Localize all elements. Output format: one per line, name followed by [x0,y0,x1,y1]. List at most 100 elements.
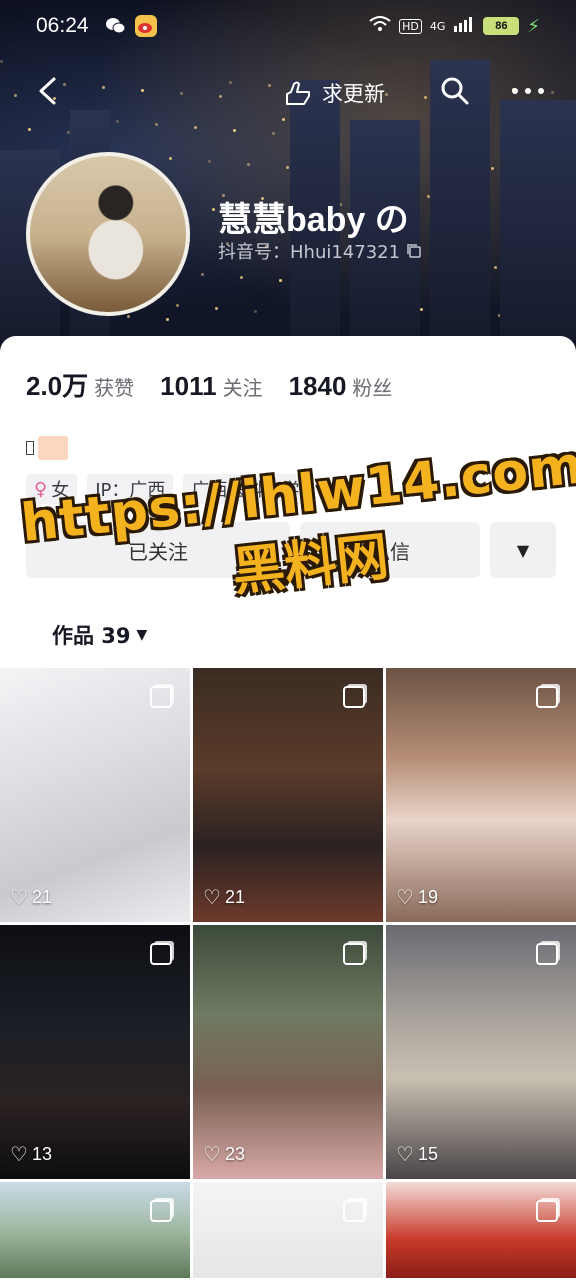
work-tile[interactable]: ♡ 15 [386,925,576,1179]
work-likes: ♡ 21 [203,885,245,910]
multi-image-icon [343,686,365,708]
city-light [176,304,179,307]
city-light [28,128,31,131]
work-likes-count: 21 [31,887,52,907]
hand-point-icon [286,81,310,105]
city-light [169,157,172,160]
hd-badge: HD [399,18,422,34]
work-tile[interactable]: ♡ 23 [193,925,383,1179]
profile-tags: ♀ 女 IP：广西 广西医科大学 [26,474,308,504]
search-icon [441,77,469,105]
multi-image-icon [536,686,558,708]
heart-icon: ♡ [396,1144,414,1166]
wechat-icon [105,15,127,37]
caret-down-icon: ▼ [516,540,530,560]
heart-icon: ♡ [203,1144,221,1166]
work-likes-count: 21 [224,887,245,907]
works-grid: ♡ 21 ♡ 21 ♡ 19 ♡ 13 ♡ 23 ♡ 15 [0,668,576,1278]
more-icon [512,88,544,94]
douyin-id-text: 抖音号：Hhui147321 [218,242,401,263]
work-likes: ♡ 15 [396,1142,438,1167]
tab-works[interactable]: 作品 39 ▼ [52,620,147,650]
back-button[interactable] [36,76,58,112]
multi-image-icon [150,686,172,708]
city-light [491,167,494,170]
bio [26,436,68,460]
work-tile[interactable]: ♡ 21 [193,668,383,922]
work-likes-count: 15 [417,1144,438,1164]
city-light [282,118,285,121]
city-light [279,279,282,282]
female-icon: ♀ [34,478,48,500]
avatar[interactable] [26,152,190,316]
city-light [233,129,236,132]
work-likes-count: 13 [31,1144,52,1164]
city-light [116,120,119,123]
heart-icon: ♡ [396,887,414,909]
wifi-icon [369,15,391,37]
work-likes: ♡ 13 [10,1142,52,1167]
battery-icon: 86 [483,17,520,35]
city-light [215,307,218,310]
stat-likes[interactable]: 2.0万 获赞 [26,366,134,403]
recommend-dropdown-button[interactable]: ▼ [490,522,556,578]
city-light [286,166,289,169]
work-tile[interactable] [193,1182,383,1278]
more-button[interactable] [510,76,546,111]
work-likes: ♡ 23 [203,1142,245,1167]
city-light [272,132,275,135]
gender-label: 女 [51,480,70,501]
network-label: 4G [429,19,446,33]
back-icon [39,77,56,105]
status-bar: 06:24 HD 4G 86 ⚡ [0,0,576,52]
missing-glyph-icon [26,441,34,455]
request-update-label: 求更新 [322,82,385,106]
charging-icon: ⚡ [527,15,540,37]
search-button[interactable] [440,76,470,110]
stat-number: 1840 [288,371,347,401]
city-light [155,123,158,126]
city-light [420,308,423,311]
stat-label: 获赞 [94,376,135,400]
stat-following[interactable]: 1011 关注 [160,371,262,402]
school-tag[interactable]: 广西医科大学 [183,474,308,504]
city-light [201,273,204,276]
request-update-button[interactable]: 求更新 [284,78,385,108]
work-tile[interactable]: ♡ 13 [0,925,190,1179]
multi-image-icon [536,943,558,965]
works-label: 作品 39 [52,624,131,648]
work-tile[interactable]: ♡ 21 [0,668,190,922]
city-light [240,276,243,279]
stat-number: 2.0万 [26,371,89,401]
stat-number: 1011 [160,371,217,401]
caret-down-icon: ▼ [136,627,148,643]
gender-tag: ♀ 女 [26,474,78,504]
city-light [254,310,257,313]
work-tile[interactable] [386,1182,576,1278]
heart-icon: ♡ [10,1144,28,1166]
city-light [166,318,169,321]
stat-label: 粉丝 [352,376,393,400]
action-buttons: 已关注 私信 ▼ [26,522,556,578]
city-light [247,163,250,166]
work-tile[interactable] [0,1182,190,1278]
work-tile[interactable]: ♡ 19 [386,668,576,922]
multi-image-icon [343,1200,365,1222]
stat-followers[interactable]: 1840 粉丝 [289,371,393,402]
stat-label: 关注 [222,376,263,400]
work-likes: ♡ 21 [10,885,52,910]
multi-image-icon [536,1200,558,1222]
city-light [0,60,3,63]
building [500,100,576,340]
status-time: 06:24 [36,14,89,37]
followed-button[interactable]: 已关注 [26,522,290,578]
multi-image-icon [343,943,365,965]
multi-image-icon [150,1200,172,1222]
weibo-icon [134,15,157,37]
top-nav: 求更新 [0,70,576,118]
ip-tag: IP：广西 [87,474,174,504]
message-button[interactable]: 私信 [300,522,480,578]
work-likes: ♡ 19 [396,885,438,910]
douyin-id[interactable]: 抖音号：Hhui147321 [218,238,422,264]
work-likes-count: 19 [417,887,438,907]
